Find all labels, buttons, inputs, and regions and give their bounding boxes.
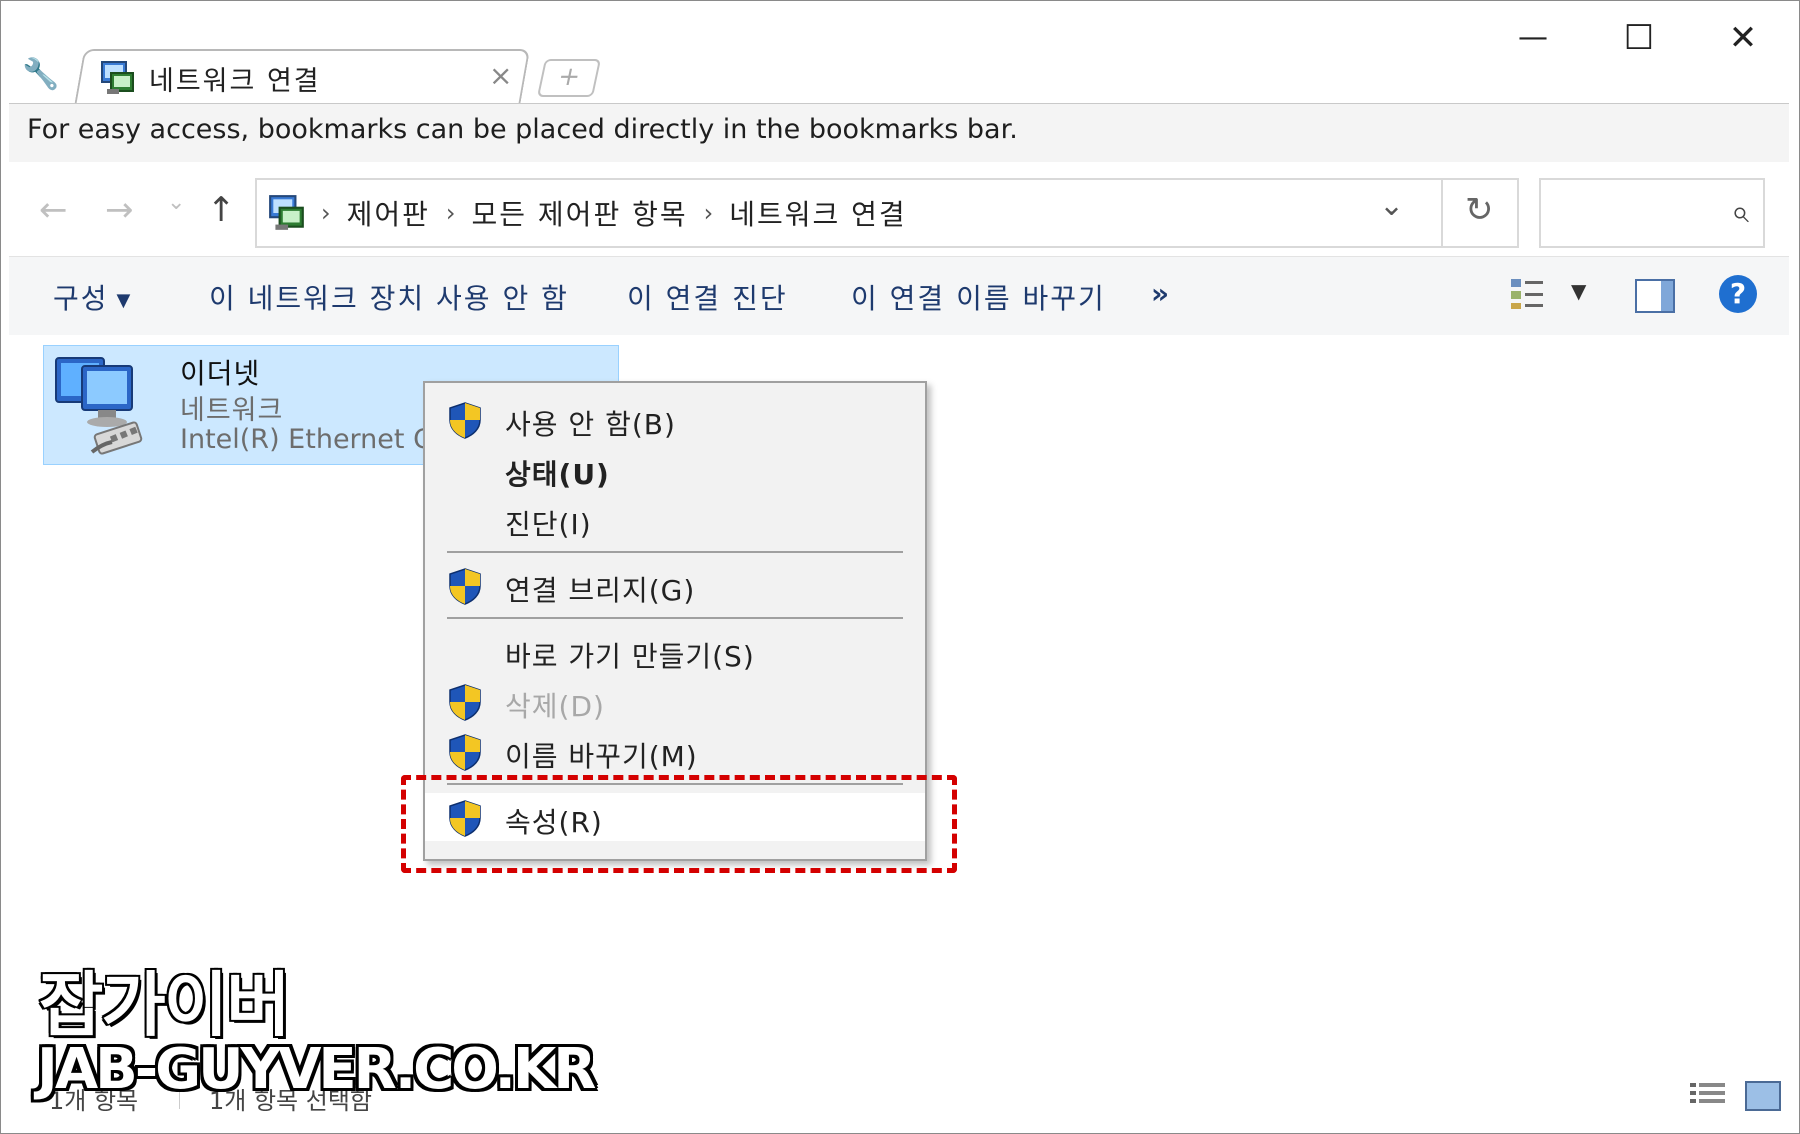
refresh-icon: ↻ bbox=[1465, 190, 1494, 230]
menu-item-rename[interactable]: 이름 바꾸기(M) bbox=[425, 727, 925, 775]
new-tab-button[interactable]: + bbox=[536, 59, 602, 97]
large-icons-view-icon[interactable] bbox=[1745, 1081, 1781, 1111]
wrench-icon[interactable]: 🔧 bbox=[21, 55, 61, 95]
menu-separator bbox=[447, 551, 903, 553]
organize-label: 구성 bbox=[53, 282, 109, 315]
address-dropdown-icon[interactable]: ⌄ bbox=[1379, 188, 1404, 223]
help-icon[interactable]: ? bbox=[1719, 275, 1757, 313]
breadcrumb-network-connections[interactable]: 네트워크 연결 bbox=[729, 193, 906, 233]
menu-item-label: 사용 안 함(B) bbox=[505, 408, 676, 441]
uac-shield-icon bbox=[449, 684, 481, 721]
menu-item-label: 바로 가기 만들기(S) bbox=[505, 640, 755, 673]
watermark-korean: 잡가이버 bbox=[38, 963, 293, 1048]
menu-item-delete: 삭제(D) bbox=[425, 677, 925, 725]
watermark-url: JAB-GUYVER.CO.KR bbox=[37, 1037, 596, 1102]
menu-item-create-shortcut[interactable]: 바로 가기 만들기(S) bbox=[425, 627, 925, 675]
view-dropdown-icon[interactable]: ▼ bbox=[1571, 279, 1586, 303]
command-bar: 구성 ▼ 이 네트워크 장치 사용 안 함 이 연결 진단 이 연결 이름 바꾸기… bbox=[9, 256, 1789, 336]
explorer-window: 🔧 네트워크 연결 × + — ☐ ✕ For easy access, boo… bbox=[0, 0, 1800, 1134]
breadcrumb: › 제어판 › 모든 제어판 항목 › 네트워크 연결 bbox=[267, 180, 907, 246]
search-input[interactable]: ⌕ bbox=[1539, 178, 1765, 248]
menu-item-label: 삭제(D) bbox=[505, 690, 605, 723]
menu-separator bbox=[447, 617, 903, 619]
tab-content[interactable]: 네트워크 연결 bbox=[99, 53, 519, 103]
close-button[interactable]: ✕ bbox=[1713, 15, 1773, 61]
breadcrumb-all-items[interactable]: 모든 제어판 항목 bbox=[472, 193, 688, 233]
more-commands-button[interactable]: » bbox=[1151, 277, 1171, 310]
chevron-down-icon: ▼ bbox=[116, 289, 133, 311]
title-bar: 🔧 네트워크 연결 × + — ☐ ✕ bbox=[1, 1, 1799, 107]
search-icon: ⌕ bbox=[1731, 192, 1749, 230]
uac-shield-icon bbox=[449, 568, 481, 605]
item-name: 이더넷 bbox=[180, 357, 261, 390]
menu-item-label: 연결 브리지(G) bbox=[505, 574, 696, 607]
bookmark-message: For easy access, bookmarks can be placed… bbox=[27, 114, 1018, 145]
recent-locations-button[interactable]: ⌄ bbox=[167, 190, 185, 215]
preview-pane-icon[interactable] bbox=[1635, 279, 1675, 313]
properties-highlight-box bbox=[401, 775, 957, 873]
breadcrumb-separator[interactable]: › bbox=[446, 199, 456, 227]
details-view-icon[interactable] bbox=[1689, 1081, 1727, 1109]
up-button[interactable]: ↑ bbox=[207, 190, 236, 230]
item-type: 네트워크 bbox=[180, 395, 284, 426]
diagnose-button[interactable]: 이 연결 진단 bbox=[627, 277, 788, 317]
menu-item-bridge[interactable]: 연결 브리지(G) bbox=[425, 561, 925, 609]
address-row: ← → ⌄ ↑ › 제어판 › 모든 제어판 항목 › 네트워크 연결 ⌄ ↻ … bbox=[9, 162, 1789, 256]
tab-title: 네트워크 연결 bbox=[149, 65, 321, 97]
breadcrumb-separator[interactable]: › bbox=[704, 199, 714, 227]
maximize-button[interactable]: ☐ bbox=[1609, 15, 1669, 61]
breadcrumb-separator[interactable]: › bbox=[321, 199, 331, 227]
bookmark-info-bar: For easy access, bookmarks can be placed… bbox=[9, 103, 1789, 163]
uac-shield-icon bbox=[449, 402, 481, 439]
refresh-button[interactable]: ↻ bbox=[1441, 180, 1519, 246]
menu-item-diagnose[interactable]: 진단(I) bbox=[425, 495, 925, 543]
address-bar[interactable]: › 제어판 › 모든 제어판 항목 › 네트워크 연결 ⌄ ↻ bbox=[255, 178, 1519, 248]
rename-connection-button[interactable]: 이 연결 이름 바꾸기 bbox=[851, 277, 1106, 317]
change-view-icon[interactable] bbox=[1509, 275, 1545, 311]
uac-shield-icon bbox=[449, 734, 481, 771]
network-connections-icon bbox=[269, 195, 304, 230]
menu-item-status[interactable]: 상태(U) bbox=[425, 445, 925, 493]
organize-button[interactable]: 구성 ▼ bbox=[53, 277, 132, 317]
network-connections-icon bbox=[101, 61, 134, 94]
menu-item-disable[interactable]: 사용 안 함(B) bbox=[425, 395, 925, 443]
preview-pane-icon-inner bbox=[1661, 281, 1673, 311]
disable-device-button[interactable]: 이 네트워크 장치 사용 안 함 bbox=[209, 277, 569, 317]
menu-item-label: 진단(I) bbox=[505, 508, 592, 541]
menu-item-label: 이름 바꾸기(M) bbox=[505, 740, 698, 773]
menu-item-label: 상태(U) bbox=[505, 458, 610, 491]
ethernet-icon bbox=[55, 357, 143, 455]
minimize-button[interactable]: — bbox=[1503, 15, 1563, 61]
breadcrumb-control-panel[interactable]: 제어판 bbox=[347, 193, 430, 233]
forward-button[interactable]: → bbox=[105, 190, 134, 230]
back-button[interactable]: ← bbox=[39, 190, 68, 230]
tab-close-icon[interactable]: × bbox=[489, 59, 512, 92]
